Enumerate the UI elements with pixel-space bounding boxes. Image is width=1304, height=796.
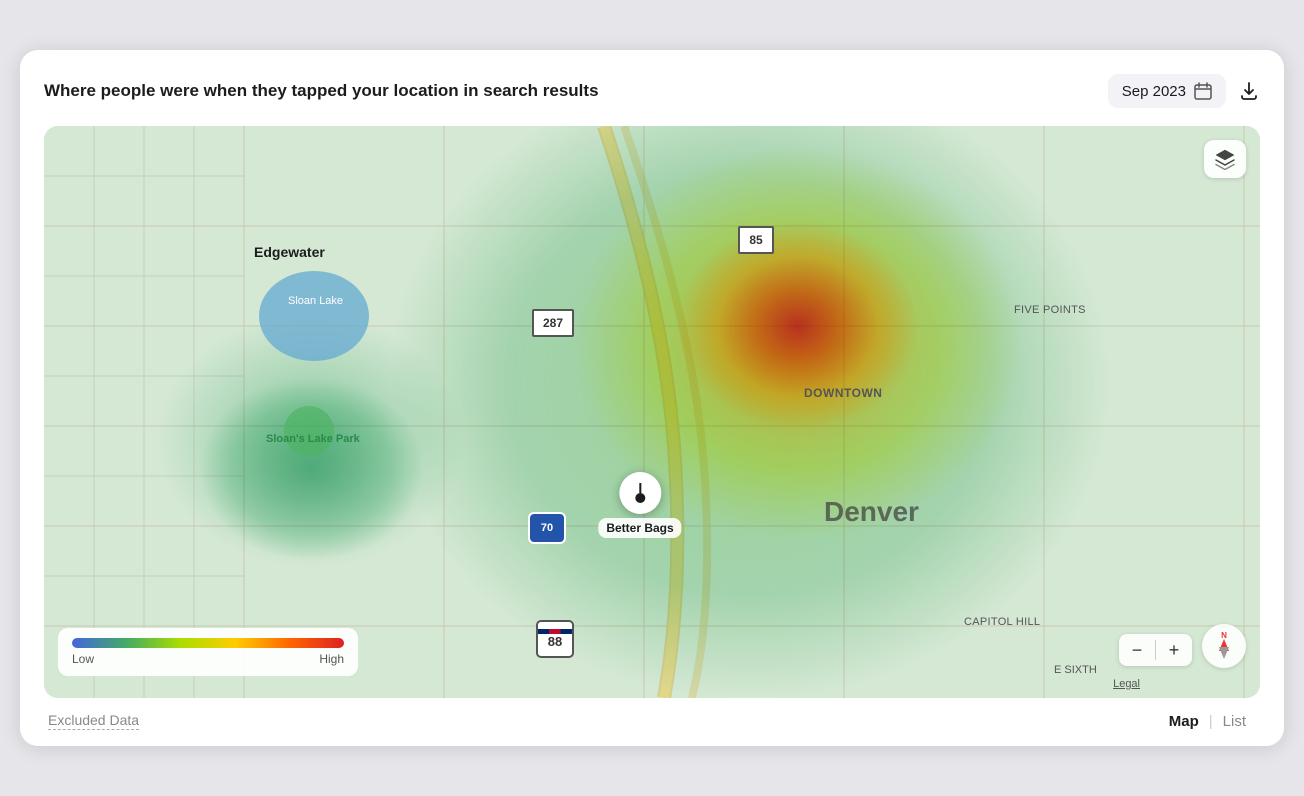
highway-85: 85 — [738, 226, 774, 254]
date-label: Sep 2023 — [1122, 83, 1186, 100]
location-label: Better Bags — [598, 518, 681, 538]
pin-bubble — [619, 472, 661, 514]
compass-south-arrow — [1219, 647, 1229, 659]
location-pin: Better Bags — [598, 472, 681, 538]
zoom-in-button[interactable]: + — [1156, 634, 1192, 666]
sloans-lake-park — [284, 406, 334, 456]
compass-inner: N — [1209, 631, 1239, 661]
legend-labels: Low High — [72, 652, 344, 666]
download-button[interactable] — [1238, 80, 1260, 102]
sloan-lake — [259, 271, 369, 361]
compass: N — [1202, 624, 1246, 668]
highway-70: 70 — [528, 512, 566, 544]
download-icon — [1238, 80, 1260, 102]
view-toggle: Map | List — [1159, 713, 1256, 730]
legal-link[interactable]: Legal — [1113, 678, 1140, 690]
card: Where people were when they tapped your … — [20, 50, 1284, 746]
date-picker-button[interactable]: Sep 2023 — [1108, 74, 1226, 108]
view-list-button[interactable]: List — [1213, 713, 1256, 730]
pin-icon — [635, 483, 645, 503]
excluded-data-label[interactable]: Excluded Data — [48, 712, 139, 730]
legend-gradient-bar — [72, 638, 344, 648]
zoom-controls: − + — [1119, 634, 1192, 666]
layers-icon — [1214, 148, 1236, 170]
page-title: Where people were when they tapped your … — [44, 81, 599, 101]
legend-low-label: Low — [72, 652, 94, 666]
highway-88: 88 — [536, 620, 574, 658]
legend-high-label: High — [319, 652, 344, 666]
view-map-button[interactable]: Map — [1159, 713, 1209, 730]
heatmap-legend: Low High — [58, 628, 358, 676]
header-controls: Sep 2023 — [1108, 74, 1260, 108]
header: Where people were when they tapped your … — [44, 74, 1260, 108]
footer: Excluded Data Map | List — [44, 698, 1260, 746]
calendar-icon — [1194, 82, 1212, 100]
highway-287: 287 — [532, 309, 574, 337]
heatmap-overlay — [44, 126, 1260, 698]
map-container: Edgewater Sloan Lake Sloan's Lake Park D… — [44, 126, 1260, 698]
zoom-out-button[interactable]: − — [1119, 634, 1155, 666]
map-type-toggle[interactable] — [1204, 140, 1246, 178]
